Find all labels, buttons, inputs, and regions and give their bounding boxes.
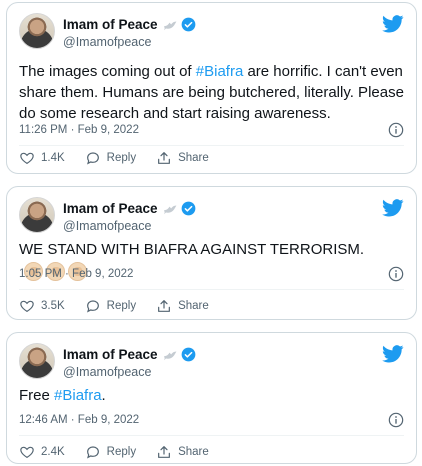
tweet-header: Imam of Peace @Imamofpeace: [19, 13, 404, 53]
author-name[interactable]: Imam of Peace: [63, 17, 158, 32]
like-count: 2.4K: [41, 446, 65, 458]
verified-icon: [181, 347, 195, 362]
author-row: Imam of Peace: [63, 16, 196, 33]
author-row: Imam of Peace: [63, 200, 196, 217]
hashtag-link[interactable]: #Biafra: [196, 63, 244, 80]
reply-icon: [86, 446, 99, 459]
verified-icon: [181, 17, 195, 32]
reply-icon: [86, 152, 99, 165]
like-button[interactable]: 1.4K: [19, 150, 65, 166]
dove-icon: [163, 205, 176, 214]
author-handle[interactable]: @Imamofpeace: [63, 365, 151, 379]
author-name[interactable]: Imam of Peace: [63, 201, 158, 216]
author-name[interactable]: Imam of Peace: [63, 347, 158, 362]
author-handle[interactable]: @Imamofpeace: [63, 35, 151, 49]
tweet-meta: 12:46 AM · Feb 9, 2022: [19, 411, 404, 429]
dove-icon: [163, 21, 176, 30]
tweet-card[interactable]: Imam of Peace @Imamofpeace Free #Biafra.…: [6, 332, 417, 464]
action-bar: 1.4K Reply Share: [19, 149, 229, 167]
tweet-card[interactable]: Imam of Peace @Imamofpeace The images co…: [6, 2, 417, 174]
divider: [19, 145, 404, 146]
tweet-meta: 11:26 PM · Feb 9, 2022: [19, 121, 404, 139]
hashtag-link[interactable]: #Biafra: [54, 387, 102, 404]
action-bar: 2.4K Reply Share: [19, 443, 229, 461]
share-label: Share: [178, 446, 209, 458]
like-button[interactable]: 2.4K: [19, 444, 65, 460]
share-label: Share: [178, 152, 209, 164]
reply-button[interactable]: Reply: [85, 444, 136, 460]
avatar[interactable]: [19, 343, 55, 379]
share-icon: [158, 446, 171, 458]
tweet-text: The images coming out of #Biafra are hor…: [19, 63, 404, 122]
heart-icon: [20, 300, 34, 313]
heart-icon: [20, 152, 34, 165]
info-icon[interactable]: [388, 412, 404, 428]
twitter-bird-icon[interactable]: [382, 15, 404, 33]
twitter-bird-icon[interactable]: [382, 199, 404, 217]
reply-label: Reply: [106, 152, 137, 164]
action-bar: 3.5K Reply Share: [19, 297, 229, 315]
like-count: 1.4K: [41, 152, 65, 164]
tweet-text: Free #Biafra.: [19, 387, 106, 404]
info-icon[interactable]: [388, 122, 404, 138]
timestamp[interactable]: 1:05 PM · Feb 9, 2022: [19, 268, 133, 280]
divider: [19, 289, 404, 290]
share-icon: [158, 300, 171, 312]
timestamp[interactable]: 11:26 PM · Feb 9, 2022: [19, 124, 139, 136]
avatar[interactable]: [19, 197, 55, 233]
reply-button[interactable]: Reply: [85, 150, 136, 166]
share-icon: [158, 152, 171, 164]
author-handle[interactable]: @Imamofpeace: [63, 219, 151, 233]
share-label: Share: [178, 300, 209, 312]
reply-label: Reply: [106, 446, 137, 458]
share-button[interactable]: Share: [156, 444, 209, 460]
like-button[interactable]: 3.5K: [19, 298, 65, 314]
divider: [19, 435, 404, 436]
tweet-meta: 1:05 PM · Feb 9, 2022: [19, 265, 404, 283]
share-button[interactable]: Share: [156, 298, 209, 314]
heart-icon: [20, 446, 34, 459]
share-button[interactable]: Share: [156, 150, 209, 166]
reply-label: Reply: [106, 300, 137, 312]
author-row: Imam of Peace: [63, 346, 196, 363]
avatar[interactable]: [19, 13, 55, 49]
timestamp[interactable]: 12:46 AM · Feb 9, 2022: [19, 414, 139, 426]
twitter-bird-icon[interactable]: [382, 345, 404, 363]
reply-button[interactable]: Reply: [85, 298, 136, 314]
tweet-header: Imam of Peace @Imamofpeace: [19, 197, 404, 237]
tweet-card[interactable]: Imam of Peace @Imamofpeace WE STAND WITH…: [6, 186, 417, 320]
tweet-header: Imam of Peace @Imamofpeace: [19, 343, 404, 383]
like-count: 3.5K: [41, 300, 65, 312]
info-icon[interactable]: [388, 266, 404, 282]
dove-icon: [163, 351, 176, 360]
reply-icon: [86, 300, 99, 313]
verified-icon: [181, 201, 195, 216]
